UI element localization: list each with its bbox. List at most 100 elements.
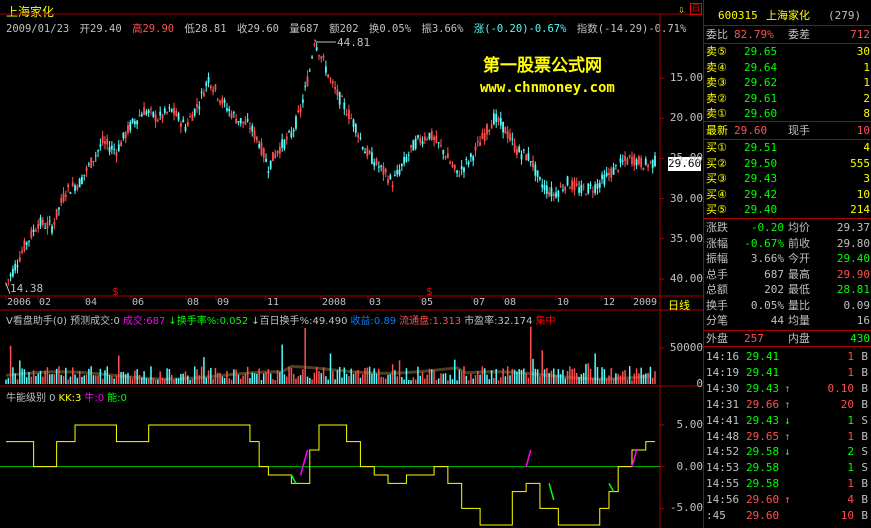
candle-body: [594, 184, 597, 193]
quote-panel: 600315 上海家化 (279) 委比 82.79% 委差 712 卖⑤ 29.…: [703, 0, 871, 528]
stat-value: 29.40: [836, 252, 870, 265]
candle-body: [242, 121, 244, 124]
order-label: 买②: [706, 156, 727, 170]
candle-body: [216, 98, 219, 100]
divider: [704, 218, 871, 219]
candle-body: [28, 240, 30, 242]
candle-body: [348, 109, 350, 120]
candle-body: [631, 157, 633, 165]
candle-body: [297, 110, 300, 113]
volume-title-part: 流通盘:1.313: [399, 316, 462, 327]
indicator-panel-title: 牛能级别 0 KK:3 牛:0 能:0: [6, 389, 130, 404]
tick-side: B: [861, 509, 868, 522]
order-row[interactable]: 卖⑤ 29.65 30: [704, 44, 871, 59]
candle-body: [154, 114, 157, 122]
order-row[interactable]: 买③ 29.43 3: [704, 171, 871, 186]
candle-body: [173, 107, 175, 115]
candle-body: [513, 143, 516, 152]
quote-header: 600315 上海家化 (279): [704, 8, 871, 23]
stat-row: 分笔 44 均量 16: [704, 313, 871, 328]
chart-canvas[interactable]: [0, 0, 703, 528]
neng-line: [608, 482, 615, 493]
candle-body: [186, 122, 189, 126]
candle-body: [511, 138, 514, 140]
stat-label: 最高: [788, 267, 810, 281]
candle-body: [285, 136, 288, 140]
order-row[interactable]: 买② 29.50 555: [704, 156, 871, 171]
tick-row[interactable]: 14:52 29.58 ↓ 2 S: [704, 444, 871, 459]
date-tick-label: 2008: [322, 297, 347, 308]
candle-body: [410, 144, 412, 148]
candle-body: [267, 171, 270, 173]
candle-body: [497, 117, 500, 122]
order-row[interactable]: 买⑤ 29.40 214: [704, 202, 871, 217]
tick-row[interactable]: 14:41 29.43 ↓ 1 S: [704, 413, 871, 428]
order-row[interactable]: 卖① 29.60 8: [704, 106, 871, 121]
tick-row[interactable]: 14:48 29.65 ↑ 1 B: [704, 429, 871, 444]
order-row[interactable]: 买① 29.51 4: [704, 140, 871, 155]
candle-body: [306, 76, 309, 87]
candle-body: [550, 187, 553, 197]
tick-row[interactable]: 14:55 29.58 1 B: [704, 476, 871, 491]
candle-body: [456, 170, 458, 174]
tick-volume: 1: [847, 365, 854, 379]
price-tick-label: 25.00: [669, 151, 703, 165]
order-row[interactable]: 买④ 29.42 10: [704, 187, 871, 202]
high-marker-line: [314, 39, 336, 43]
candle-body: [106, 138, 109, 145]
candle-body: [557, 190, 560, 197]
candle-body: [382, 166, 385, 175]
tick-row[interactable]: 14:53 29.58 1 S: [704, 460, 871, 475]
tick-row[interactable]: 14:19 29.41 1 B: [704, 365, 871, 380]
order-row[interactable]: 卖④ 29.64 1: [704, 60, 871, 75]
volume-title-part: ↓百日换手%:49.490: [251, 316, 348, 327]
tick-arrow: ↑: [784, 381, 791, 395]
tick-row[interactable]: 14:31 29.66 ↑ 20 B: [704, 397, 871, 412]
tick-row[interactable]: 14:56 29.60 ↑ 4 B: [704, 492, 871, 507]
order-row[interactable]: 卖③ 29.62 1: [704, 75, 871, 90]
candle-body: [331, 81, 334, 84]
candle-body: [25, 242, 28, 245]
candle-body: [398, 169, 401, 175]
tick-time: 14:52: [706, 445, 740, 459]
candle-body: [260, 142, 263, 155]
order-label: 买④: [706, 187, 727, 201]
candle-body: [127, 125, 129, 133]
order-row[interactable]: 卖② 29.61 2: [704, 91, 871, 106]
volume-title-part: 市盈率:32.174: [464, 316, 533, 327]
tick-row[interactable]: 14:30 29.43 ↑ 0.10 B: [704, 381, 871, 396]
indicator-tick-label: 5.00: [676, 418, 704, 431]
stat-value: 29.90: [836, 267, 870, 281]
candle-body: [235, 118, 238, 124]
candle-body: [345, 113, 348, 116]
date-tick-label: 06: [132, 297, 145, 308]
date-tick-label: 09: [217, 297, 230, 308]
tick-price: 29.41: [746, 350, 780, 363]
candle-body: [83, 174, 86, 176]
tick-row[interactable]: 14:16 29.41 1 B: [704, 349, 871, 364]
divider: [704, 346, 871, 347]
candle-body: [212, 89, 215, 92]
order-label: 卖⑤: [706, 45, 727, 58]
candle-body: [104, 141, 106, 144]
candle-body: [612, 167, 615, 175]
candle-body: [92, 160, 95, 163]
volume-title-part: V看盘助手(0) 预测成交:0: [6, 316, 120, 327]
latest-value: 29.60: [734, 124, 768, 137]
tick-time: :45: [706, 509, 726, 522]
candle-body: [350, 117, 353, 119]
candle-body: [654, 155, 656, 167]
candle-body: [308, 70, 311, 72]
candle-body: [598, 182, 601, 188]
signal-marker-1: $: [112, 285, 119, 298]
indicator-tick-label: -5.00: [669, 501, 703, 515]
period-tab[interactable]: 日线: [668, 297, 690, 313]
tick-row[interactable]: :45 29.60 10 B: [704, 508, 871, 523]
quote-number: (279): [828, 9, 862, 22]
candle-body: [352, 119, 355, 127]
candle-body: [71, 182, 74, 187]
candle-body: [417, 135, 419, 138]
date-tick-label: 2006: [7, 297, 32, 308]
tick-price: 29.60: [746, 509, 780, 522]
neipan-value: 430: [850, 332, 870, 345]
